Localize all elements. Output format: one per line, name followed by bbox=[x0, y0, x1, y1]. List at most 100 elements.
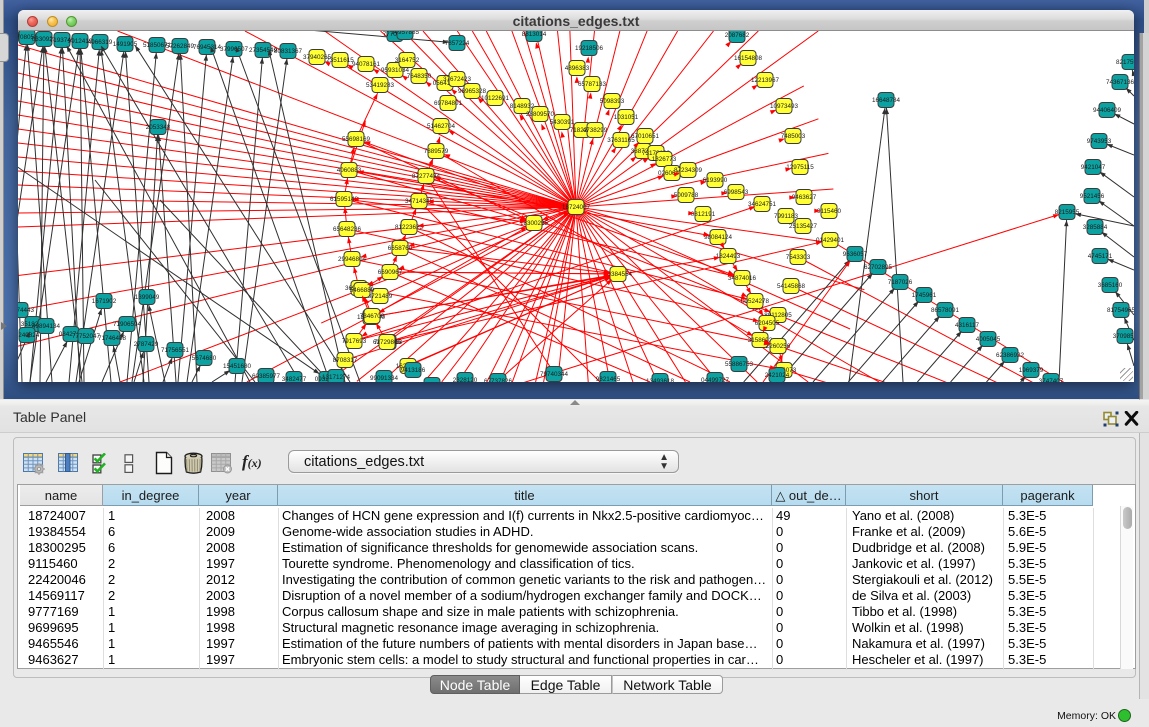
svg-text:5674680: 5674680 bbox=[192, 355, 217, 362]
svg-text:9636057: 9636057 bbox=[843, 251, 868, 258]
svg-text:86578091: 86578091 bbox=[931, 307, 960, 314]
svg-text:2421024: 2421024 bbox=[765, 372, 790, 379]
svg-text:34957885: 34957885 bbox=[391, 31, 420, 36]
svg-text:9821465: 9821465 bbox=[596, 376, 621, 382]
svg-text:81223623: 81223623 bbox=[395, 224, 424, 231]
svg-text:6193990: 6193990 bbox=[703, 177, 728, 184]
svg-text:85574443: 85574443 bbox=[18, 307, 34, 314]
svg-text:2787429: 2787429 bbox=[134, 341, 159, 348]
svg-text:9421047: 9421047 bbox=[1081, 164, 1106, 171]
svg-text:6998543: 6998543 bbox=[724, 189, 749, 196]
svg-text:4896383: 4896383 bbox=[565, 65, 590, 72]
svg-text:8708317: 8708317 bbox=[333, 357, 358, 364]
svg-text:2328120: 2328120 bbox=[453, 377, 478, 382]
svg-text:5009788: 5009788 bbox=[674, 192, 699, 199]
svg-text:49894134: 49894134 bbox=[32, 323, 61, 330]
svg-text:10122691: 10122691 bbox=[481, 95, 510, 102]
svg-text:04499727: 04499727 bbox=[701, 377, 730, 382]
svg-text:37996507: 37996507 bbox=[220, 46, 249, 53]
svg-text:51462704: 51462704 bbox=[427, 123, 456, 130]
svg-text:7485003: 7485003 bbox=[781, 133, 806, 140]
svg-text:1031051: 1031051 bbox=[614, 114, 639, 121]
svg-text:10973493: 10973493 bbox=[770, 103, 799, 110]
svg-text:57262849: 57262849 bbox=[166, 43, 195, 50]
svg-text:67010651: 67010651 bbox=[631, 133, 660, 140]
svg-text:1671902: 1671902 bbox=[92, 298, 117, 305]
svg-text:13171274: 13171274 bbox=[322, 374, 351, 381]
svg-text:55886753: 55886753 bbox=[725, 361, 754, 368]
svg-text:94406409: 94406409 bbox=[1093, 107, 1122, 114]
svg-text:67737826: 67737826 bbox=[484, 378, 513, 382]
svg-text:8148932: 8148932 bbox=[510, 103, 535, 110]
svg-text:81754965: 81754965 bbox=[1107, 307, 1134, 314]
svg-text:2087682: 2087682 bbox=[725, 32, 750, 39]
svg-text:1491905: 1491905 bbox=[113, 41, 138, 48]
svg-text:16154808: 16154808 bbox=[734, 55, 763, 62]
svg-text:60385977: 60385977 bbox=[252, 373, 281, 380]
svg-text:79740344: 79740344 bbox=[540, 371, 569, 378]
svg-text:53419283: 53419283 bbox=[366, 82, 395, 89]
svg-text:4738299: 4738299 bbox=[583, 127, 608, 134]
svg-text:5430391: 5430391 bbox=[550, 119, 575, 126]
svg-text:3285884: 3285884 bbox=[1083, 224, 1108, 231]
svg-text:65787133: 65787133 bbox=[578, 81, 607, 88]
svg-text:77752047: 77752047 bbox=[72, 333, 101, 340]
svg-text:7889579: 7889579 bbox=[424, 148, 449, 155]
svg-text:5098393: 5098393 bbox=[600, 98, 625, 105]
svg-text:4316117: 4316117 bbox=[955, 322, 980, 329]
svg-text:71906594: 71906594 bbox=[113, 321, 142, 328]
svg-text:9521456: 9521456 bbox=[1080, 193, 1105, 200]
svg-text:7917693: 7917693 bbox=[342, 338, 367, 345]
svg-text:4005045: 4005045 bbox=[976, 336, 1001, 343]
svg-text:3747407: 3747407 bbox=[1039, 378, 1064, 382]
svg-text:76945314: 76945314 bbox=[193, 44, 222, 51]
svg-text:62702895: 62702895 bbox=[864, 264, 893, 271]
svg-text:7187026: 7187026 bbox=[888, 279, 913, 286]
svg-text:1399049: 1399049 bbox=[135, 294, 160, 301]
svg-text:5466889: 5466889 bbox=[350, 287, 375, 294]
svg-text:16648784: 16648784 bbox=[872, 97, 901, 104]
svg-text:9743953: 9743953 bbox=[1087, 138, 1112, 145]
svg-text:7648350: 7648350 bbox=[407, 73, 432, 80]
svg-text:3482477: 3482477 bbox=[282, 376, 307, 382]
svg-text:7543303: 7543303 bbox=[786, 254, 811, 261]
svg-text:95931034: 95931034 bbox=[381, 67, 410, 74]
svg-text:9413186: 9413186 bbox=[401, 367, 426, 374]
svg-text:12975115: 12975115 bbox=[786, 164, 814, 171]
svg-text:18300295: 18300295 bbox=[520, 220, 549, 227]
svg-text:9115460: 9115460 bbox=[817, 208, 842, 215]
svg-text:69784801: 69784801 bbox=[434, 100, 463, 107]
svg-text:94078161: 94078161 bbox=[352, 61, 381, 68]
svg-text:99091334: 99091334 bbox=[370, 375, 399, 382]
svg-text:65648236: 65648236 bbox=[333, 226, 362, 233]
svg-text:71756551: 71756551 bbox=[161, 347, 190, 354]
svg-text:6690967: 6690967 bbox=[378, 269, 403, 276]
svg-text:96965328: 96965328 bbox=[458, 88, 487, 95]
svg-text:1326773: 1326773 bbox=[652, 156, 677, 163]
svg-text:7857224: 7857224 bbox=[445, 40, 470, 47]
svg-text:4966319: 4966319 bbox=[88, 39, 113, 46]
svg-text:80831367: 80831367 bbox=[274, 48, 303, 55]
svg-text:7991183: 7991183 bbox=[774, 213, 799, 220]
svg-text:54145868: 54145868 bbox=[777, 283, 806, 290]
svg-text:4060883: 4060883 bbox=[337, 167, 362, 174]
svg-text:3164752: 3164752 bbox=[395, 57, 420, 64]
svg-text:1745961: 1745961 bbox=[912, 292, 937, 299]
svg-text:13493618: 13493618 bbox=[646, 378, 675, 382]
svg-text:18724007: 18724007 bbox=[562, 204, 591, 211]
svg-text:19218506: 19218506 bbox=[575, 45, 604, 52]
svg-text:28809570: 28809570 bbox=[526, 111, 555, 118]
svg-text:25135427: 25135427 bbox=[789, 223, 818, 230]
svg-text:8721489: 8721489 bbox=[368, 293, 393, 300]
svg-text:1824493: 1824493 bbox=[716, 253, 741, 260]
svg-text:0812191: 0812191 bbox=[691, 211, 716, 218]
svg-text:12213967: 12213967 bbox=[751, 77, 780, 84]
svg-text:7346706: 7346706 bbox=[360, 313, 385, 320]
svg-text:62386922: 62386922 bbox=[996, 352, 1025, 359]
svg-text:37672423: 37672423 bbox=[443, 76, 472, 83]
svg-text:2053348: 2053348 bbox=[146, 124, 171, 131]
svg-text:87277434: 87277434 bbox=[412, 173, 441, 180]
svg-text:15451680: 15451680 bbox=[223, 363, 252, 370]
svg-text:74367136: 74367136 bbox=[1106, 79, 1134, 86]
svg-text:8813014: 8813014 bbox=[522, 31, 547, 38]
